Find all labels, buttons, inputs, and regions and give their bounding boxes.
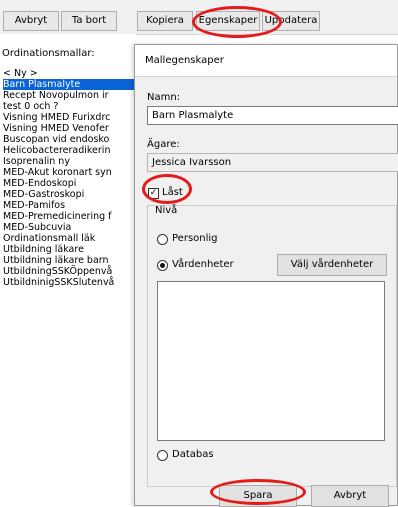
template-list[interactable]: < Ny > Barn Plasmalyte Recept Novopulmon… bbox=[3, 68, 136, 288]
name-field[interactable]: Barn Plasmalyte bbox=[147, 106, 398, 125]
owner-label: Ägare: bbox=[147, 139, 180, 150]
template-properties-dialog: Mallegenskaper Namn: Barn Plasmalyte Äga… bbox=[134, 44, 398, 507]
template-panel: Ordinationsmallar: < Ny > Barn Plasmalyt… bbox=[0, 34, 136, 506]
list-item[interactable]: Utbildning läkare barn bbox=[3, 255, 136, 266]
database-radio-label: Databas bbox=[172, 449, 214, 460]
dialog-title: Mallegenskaper bbox=[135, 45, 397, 77]
cancel-toolbar-button[interactable]: Avbryt bbox=[3, 11, 59, 31]
list-item[interactable]: Isoprenalin ny bbox=[3, 156, 136, 167]
cancel-button[interactable]: Avbryt bbox=[311, 485, 389, 507]
list-item[interactable]: MED-Subcuvia bbox=[3, 222, 136, 233]
delete-button[interactable]: Ta bort bbox=[61, 11, 117, 31]
list-item[interactable]: MED-Gastroskopi bbox=[3, 189, 136, 200]
list-item[interactable]: test 0 och ? bbox=[3, 101, 136, 112]
list-item[interactable]: Buscopan vid endosko bbox=[3, 134, 136, 145]
owner-field: Jessica Ivarsson bbox=[147, 153, 398, 172]
properties-button[interactable]: Egenskaper bbox=[196, 11, 260, 31]
list-item-selected[interactable]: Barn Plasmalyte bbox=[3, 79, 136, 90]
update-button[interactable]: Uppdatera bbox=[262, 11, 320, 31]
units-radio[interactable] bbox=[157, 260, 168, 271]
list-item[interactable]: < Ny > bbox=[3, 68, 136, 79]
database-radio[interactable] bbox=[157, 450, 168, 461]
save-button[interactable]: Spara bbox=[219, 485, 297, 507]
templates-label: Ordinationsmallar: bbox=[2, 48, 95, 59]
list-item[interactable]: Visning HMED Furixdrc bbox=[3, 112, 136, 123]
level-label: Nivå bbox=[155, 205, 178, 216]
list-item[interactable]: Utbildning läkare bbox=[3, 244, 136, 255]
units-radio-label: Vårdenheter bbox=[172, 259, 234, 270]
list-item[interactable]: Ordinationsmall läk bbox=[3, 233, 136, 244]
list-item[interactable]: UtbildningSSKÖppenvå bbox=[3, 266, 136, 277]
list-item[interactable]: Helicobactereradikerin bbox=[3, 145, 136, 156]
locked-checkbox[interactable]: ✓ bbox=[148, 188, 159, 199]
list-item[interactable]: MED-Pamifos bbox=[3, 200, 136, 211]
copy-button[interactable]: Kopiera bbox=[137, 11, 193, 31]
name-label: Namn: bbox=[147, 92, 181, 103]
list-item[interactable]: Visning HMED Venofer bbox=[3, 123, 136, 134]
personal-radio[interactable] bbox=[157, 234, 168, 245]
list-item[interactable]: MED-Premedicinering f bbox=[3, 211, 136, 222]
toolbar: Avbryt Ta bort Kopiera Egenskaper Uppdat… bbox=[0, 0, 398, 35]
units-listbox[interactable] bbox=[157, 281, 385, 441]
personal-radio-label: Personlig bbox=[172, 233, 218, 244]
list-item[interactable]: MED-Endoskopi bbox=[3, 178, 136, 189]
locked-label: Låst bbox=[162, 187, 183, 198]
list-item[interactable]: Recept Novopulmon ir bbox=[3, 90, 136, 101]
choose-units-button[interactable]: Välj vårdenheter bbox=[277, 254, 387, 276]
list-item[interactable]: MED-Akut koronart syn bbox=[3, 167, 136, 178]
list-item[interactable]: UtbildninigSSKSlutenvå bbox=[3, 277, 136, 288]
